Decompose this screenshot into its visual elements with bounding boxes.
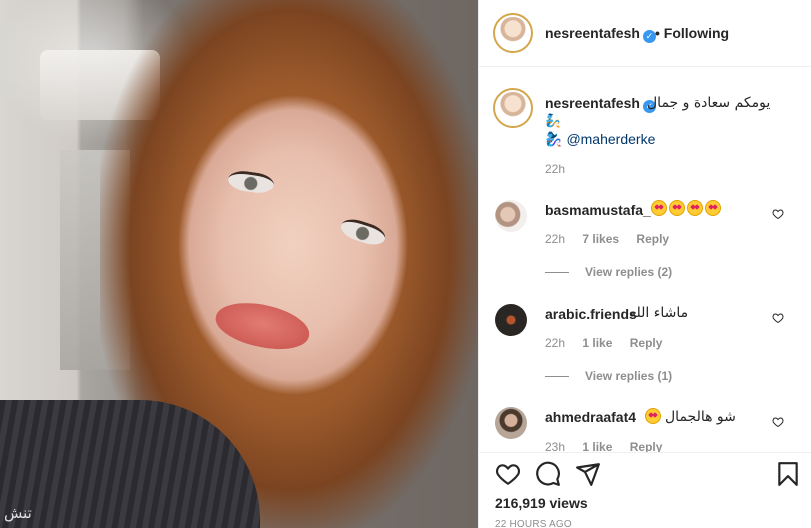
commenter-avatar[interactable] [495, 200, 527, 232]
like-comment-heart-icon[interactable] [772, 208, 784, 220]
comments-list[interactable]: nesreentafesh ✓ يومكم سعادة و جمال 🧞 🧞‍♀️… [479, 68, 811, 452]
caption-avatar[interactable] [493, 88, 533, 128]
comment-text-wrap: شو هالجمال [645, 408, 736, 425]
comment-text: شو هالجمال [665, 409, 736, 425]
comment-likes[interactable]: 1 like [582, 336, 612, 350]
following-status[interactable]: • Following [655, 25, 729, 41]
comment-time[interactable]: 22h [545, 336, 565, 350]
comment-meta: 22h 1 like Reply [545, 336, 676, 350]
caption-mention[interactable]: 🧞‍♀️ @maherderke [545, 131, 655, 148]
heart-eyes-emoji-icon [651, 200, 667, 216]
commenter-username[interactable]: basmamustafa_ [545, 202, 651, 218]
commenter-avatar[interactable] [495, 407, 527, 439]
comment-text: ماشاء الله [629, 305, 689, 321]
view-replies-button[interactable]: View replies (2) [545, 265, 672, 279]
view-replies-button[interactable]: View replies (1) [545, 369, 672, 383]
commenter-avatar[interactable] [495, 304, 527, 336]
post-image[interactable]: تنش [0, 0, 478, 528]
views-count[interactable]: 216,919 views [495, 495, 588, 511]
comment-likes[interactable]: 7 likes [582, 232, 619, 246]
caption-time[interactable]: 22h [545, 162, 565, 176]
heart-eyes-emoji-icon [687, 200, 703, 216]
comment-meta: 23h 1 like Reply [545, 440, 676, 452]
commenter-username[interactable]: arabic.friends [545, 306, 637, 322]
post-actions: 216,919 views 22 HOURS AGO [479, 452, 811, 528]
replies-divider [545, 376, 569, 378]
comment-emoji-text [649, 200, 721, 217]
caption-text: يومكم سعادة و جمال [647, 95, 771, 111]
reply-button[interactable]: Reply [630, 336, 663, 350]
post-header: nesreentafesh ✓ • Following [479, 0, 811, 67]
comment-time[interactable]: 22h [545, 232, 565, 246]
caption-username[interactable]: nesreentafesh ✓ [545, 95, 656, 113]
post-panel: nesreentafesh ✓ • Following nesreentafesh… [478, 0, 811, 528]
like-comment-heart-icon[interactable] [772, 312, 784, 324]
reply-button[interactable]: Reply [630, 440, 663, 452]
view-replies-label[interactable]: View replies (2) [585, 265, 672, 279]
caption-username-text[interactable]: nesreentafesh [545, 95, 640, 111]
comment-time[interactable]: 23h [545, 440, 565, 452]
reply-button[interactable]: Reply [636, 232, 669, 246]
replies-divider [545, 272, 569, 274]
comment-icon[interactable] [535, 461, 561, 487]
author-username[interactable]: nesreentafesh ✓ [545, 25, 656, 43]
heart-icon[interactable] [495, 461, 521, 487]
comment-likes[interactable]: 1 like [582, 440, 612, 452]
heart-eyes-emoji-icon [705, 200, 721, 216]
heart-eyes-emoji-icon [645, 408, 661, 424]
bookmark-icon[interactable] [775, 461, 801, 487]
heart-eyes-emoji-icon [669, 200, 685, 216]
caption-emoji: 🧞 [545, 113, 562, 128]
image-subject-face [178, 95, 408, 395]
post-timestamp[interactable]: 22 HOURS AGO [495, 519, 572, 528]
like-comment-heart-icon[interactable] [772, 416, 784, 428]
image-watermark: تنش [4, 504, 32, 522]
verified-badge-icon: ✓ [642, 30, 656, 43]
commenter-username[interactable]: ahmedraafat4 [545, 409, 636, 425]
mention-link[interactable]: @maherderke [566, 131, 655, 147]
author-avatar[interactable] [493, 13, 533, 53]
share-icon[interactable] [575, 461, 601, 487]
author-username-text[interactable]: nesreentafesh [545, 25, 640, 41]
view-replies-label[interactable]: View replies (1) [585, 369, 672, 383]
genie-icon: 🧞‍♀️ [545, 131, 563, 147]
comment-meta: 22h 7 likes Reply [545, 232, 683, 246]
